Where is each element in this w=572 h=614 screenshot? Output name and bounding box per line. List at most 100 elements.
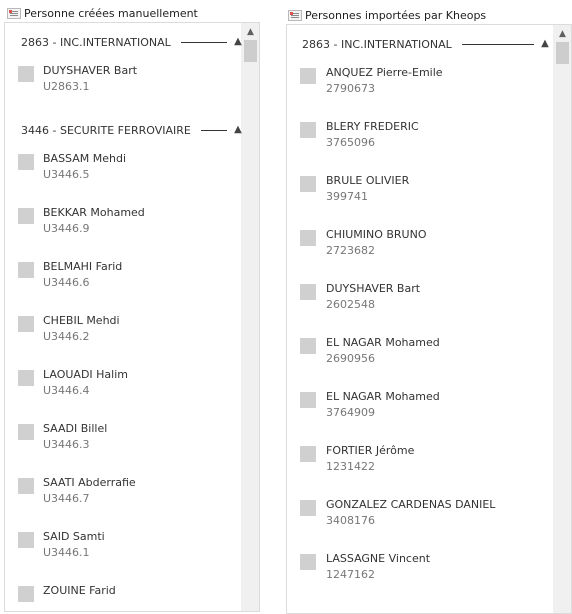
item-checkbox[interactable] [18, 154, 34, 170]
list-item[interactable]: LASSAGNE Vincent 1247162 [300, 552, 530, 584]
person-name: SAID Samti [43, 530, 105, 543]
group-header-3446[interactable]: 3446 - SECURITE FERROVIAIRE ▲ [21, 122, 243, 138]
group-header-2863[interactable]: 2863 - INC.INTERNATIONAL ▲ [302, 36, 550, 52]
item-checkbox[interactable] [300, 554, 316, 570]
person-name: DUYSHAVER Bart [326, 282, 421, 295]
item-checkbox[interactable] [18, 66, 34, 82]
item-checkbox[interactable] [300, 230, 316, 246]
collapse-chevron-icon[interactable]: ▲ [233, 37, 243, 47]
list-item[interactable]: BRULE OLIVIER 399741 [300, 174, 530, 206]
person-code: 3765096 [326, 136, 375, 149]
item-checkbox[interactable] [18, 586, 34, 602]
list-item[interactable]: FORTIER Jérôme 1231422 [300, 444, 530, 476]
list-item[interactable]: CHIUMINO BRUNO 2723682 [300, 228, 530, 260]
imported-persons-title: Personnes importées par Kheops [288, 7, 486, 23]
person-code: 2602548 [326, 298, 375, 311]
person-code: 3764909 [326, 406, 375, 419]
collapse-chevron-icon[interactable]: ▲ [540, 39, 550, 49]
person-name: BEKKAR Mohamed [43, 206, 145, 219]
list-icon [7, 7, 21, 19]
person-name: BRULE OLIVIER [326, 174, 410, 187]
manual-persons-scrollbar[interactable]: ▲ [241, 23, 259, 611]
scroll-up-arrow-icon[interactable]: ▲ [554, 27, 571, 41]
group-divider [461, 43, 534, 45]
list-item[interactable]: SAATI Abderrafie U3446.7 [18, 476, 228, 508]
list-item[interactable]: EL NAGAR Mohamed 3764909 [300, 390, 530, 422]
person-code: U3446.1 [43, 546, 90, 559]
list-item[interactable]: DUYSHAVER Bart 2602548 [300, 282, 530, 314]
group-divider [180, 41, 227, 43]
item-checkbox[interactable] [18, 316, 34, 332]
person-code: 1231422 [326, 460, 375, 473]
item-checkbox[interactable] [300, 338, 316, 354]
item-checkbox[interactable] [18, 262, 34, 278]
person-name: SAATI Abderrafie [43, 476, 136, 489]
item-checkbox[interactable] [300, 392, 316, 408]
manual-persons-list[interactable]: ▲ 2863 - INC.INTERNATIONAL ▲ DUYSHAVER B… [4, 22, 260, 612]
list-item[interactable]: SAID Samti U3446.1 [18, 530, 228, 562]
person-code: U3446.6 [43, 276, 90, 289]
group-label: 2863 - INC.INTERNATIONAL [302, 37, 452, 51]
list-item[interactable]: ANQUEZ Pierre-Emile 2790673 [300, 66, 530, 98]
person-code: U3446.4 [43, 384, 90, 397]
list-icon [288, 9, 302, 21]
list-item[interactable]: EL NAGAR Mohamed 2690956 [300, 336, 530, 368]
group-label: 3446 - SECURITE FERROVIAIRE [21, 123, 191, 137]
person-name: BELMAHI Farid [43, 260, 123, 273]
list-item[interactable]: ZOUINE Farid [18, 584, 228, 611]
person-code: 2723682 [326, 244, 375, 257]
list-item[interactable]: GONZALEZ CARDENAS DANIEL 3408176 [300, 498, 530, 530]
item-checkbox[interactable] [18, 532, 34, 548]
person-name: SAADI Billel [43, 422, 108, 435]
item-checkbox[interactable] [300, 176, 316, 192]
group-divider [200, 129, 227, 131]
person-name: CHEBIL Mehdi [43, 314, 120, 327]
person-code: 2790673 [326, 82, 375, 95]
list-item[interactable]: BELMAHI Farid U3446.6 [18, 260, 228, 292]
person-code: U3446.5 [43, 168, 90, 181]
list-item[interactable]: LAOUADI Halim U3446.4 [18, 368, 228, 400]
list-item[interactable]: SAADI Billel U3446.3 [18, 422, 228, 454]
item-checkbox[interactable] [300, 122, 316, 138]
item-checkbox[interactable] [300, 68, 316, 84]
scroll-up-arrow-icon[interactable]: ▲ [242, 25, 259, 39]
person-code: U3446.2 [43, 330, 90, 343]
imported-persons-panel: Personnes importées par Kheops ▲ 2863 - … [284, 0, 572, 614]
list-item[interactable]: BEKKAR Mohamed U3446.9 [18, 206, 228, 238]
person-name: BASSAM Mehdi [43, 152, 127, 165]
item-checkbox[interactable] [18, 478, 34, 494]
list-item[interactable]: BLERY FREDERIC 3765096 [300, 120, 530, 152]
person-code: 399741 [326, 190, 368, 203]
person-name: DUYSHAVER Bart [43, 64, 138, 77]
collapse-chevron-icon[interactable]: ▲ [233, 125, 243, 135]
person-code: U3446.9 [43, 222, 90, 235]
scroll-thumb[interactable] [556, 42, 569, 64]
person-name: ZOUINE Farid [43, 584, 116, 597]
group-header-2863[interactable]: 2863 - INC.INTERNATIONAL ▲ [21, 34, 243, 50]
list-item[interactable]: CHEBIL Mehdi U3446.2 [18, 314, 228, 346]
person-name: CHIUMINO BRUNO [326, 228, 427, 241]
item-checkbox[interactable] [300, 446, 316, 462]
person-name: FORTIER Jérôme [326, 444, 415, 457]
imported-persons-scrollbar[interactable]: ▲ [553, 25, 571, 613]
person-name: LAOUADI Halim [43, 368, 128, 381]
item-checkbox[interactable] [18, 370, 34, 386]
group-label: 2863 - INC.INTERNATIONAL [21, 35, 171, 49]
person-code: 2690956 [326, 352, 375, 365]
item-checkbox[interactable] [300, 500, 316, 516]
item-checkbox[interactable] [300, 284, 316, 300]
list-item[interactable]: BASSAM Mehdi U3446.5 [18, 152, 228, 184]
person-name: EL NAGAR Mohamed [326, 336, 440, 349]
scroll-thumb[interactable] [244, 40, 257, 62]
person-code: U3446.7 [43, 492, 90, 505]
item-checkbox[interactable] [18, 208, 34, 224]
person-name: GONZALEZ CARDENAS DANIEL [326, 498, 496, 511]
list-item[interactable]: DUYSHAVER Bart U2863.1 [18, 64, 228, 96]
person-code: 1247162 [326, 568, 375, 581]
manual-persons-panel: Personne créées manuellement ▲ 2863 - IN… [0, 0, 260, 612]
person-code: U3446.3 [43, 438, 90, 451]
imported-persons-list[interactable]: ▲ 2863 - INC.INTERNATIONAL ▲ ANQUEZ Pier… [286, 24, 572, 614]
imported-persons-title-text: Personnes importées par Kheops [305, 8, 487, 22]
item-checkbox[interactable] [18, 424, 34, 440]
manual-persons-title-text: Personne créées manuellement [24, 6, 198, 20]
